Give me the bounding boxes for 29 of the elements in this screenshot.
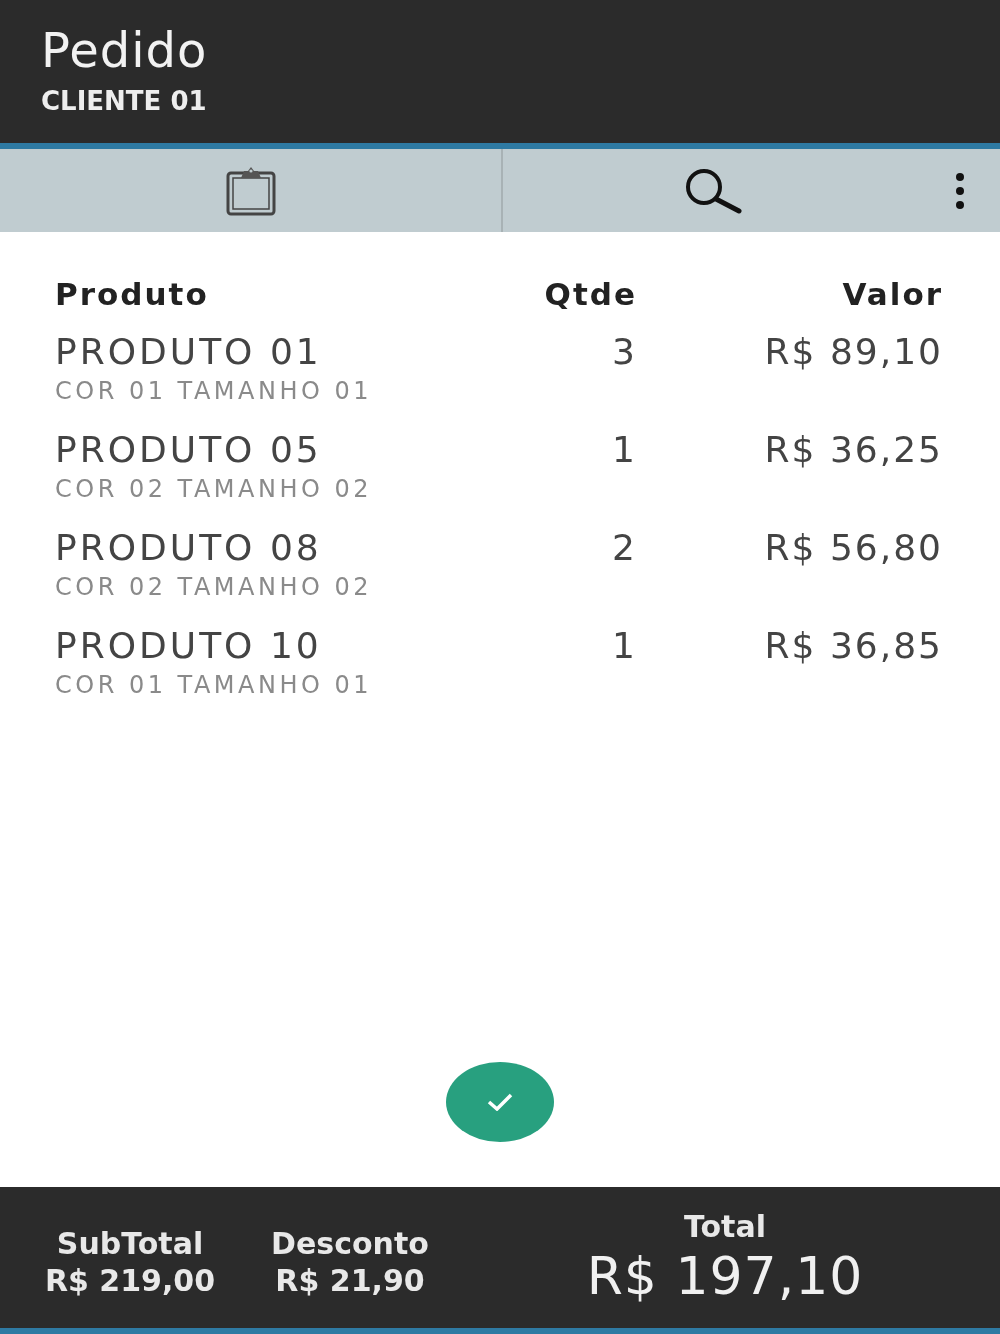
price-cell: R$ 36,85 — [764, 624, 943, 668]
product-name: PRODUTO 01 — [55, 330, 322, 374]
quantity-cell: 3 — [612, 330, 637, 374]
summary-label: SubTotal — [56, 1224, 204, 1263]
summary-label: Desconto — [271, 1224, 429, 1263]
summary-value: R$ 21,90 — [275, 1262, 425, 1299]
quantity-cell: 2 — [612, 526, 637, 570]
product-variant: COR 02 TAMANHO 02 — [55, 572, 373, 603]
quantity-cell: 1 — [612, 624, 637, 668]
check-icon — [487, 1093, 513, 1111]
product-variant: COR 02 TAMANHO 02 — [55, 474, 373, 505]
price-cell: R$ 89,10 — [764, 330, 943, 374]
column-header: Valor — [842, 275, 943, 314]
column-header: Qtde — [544, 275, 637, 314]
summary-value: R$ 219,00 — [44, 1262, 216, 1299]
product-name: PRODUTO 10 — [55, 624, 322, 668]
product-name: PRODUTO 08 — [55, 526, 322, 570]
screen-title: Pedido — [41, 22, 208, 78]
total-label: Total — [684, 1208, 766, 1245]
product-variant: COR 01 TAMANHO 01 — [55, 670, 373, 701]
product-variant: COR 01 TAMANHO 01 — [55, 376, 373, 407]
price-cell: R$ 56,80 — [764, 526, 943, 570]
price-cell: R$ 36,25 — [764, 428, 943, 472]
column-header: Produto — [55, 275, 209, 314]
clipboard-icon[interactable] — [225, 165, 276, 216]
quantity-cell: 1 — [612, 428, 637, 472]
total-value: R$ 197,10 — [586, 1244, 864, 1307]
customer-name: CLIENTE 01 — [41, 85, 207, 118]
product-name: PRODUTO 05 — [55, 428, 322, 472]
